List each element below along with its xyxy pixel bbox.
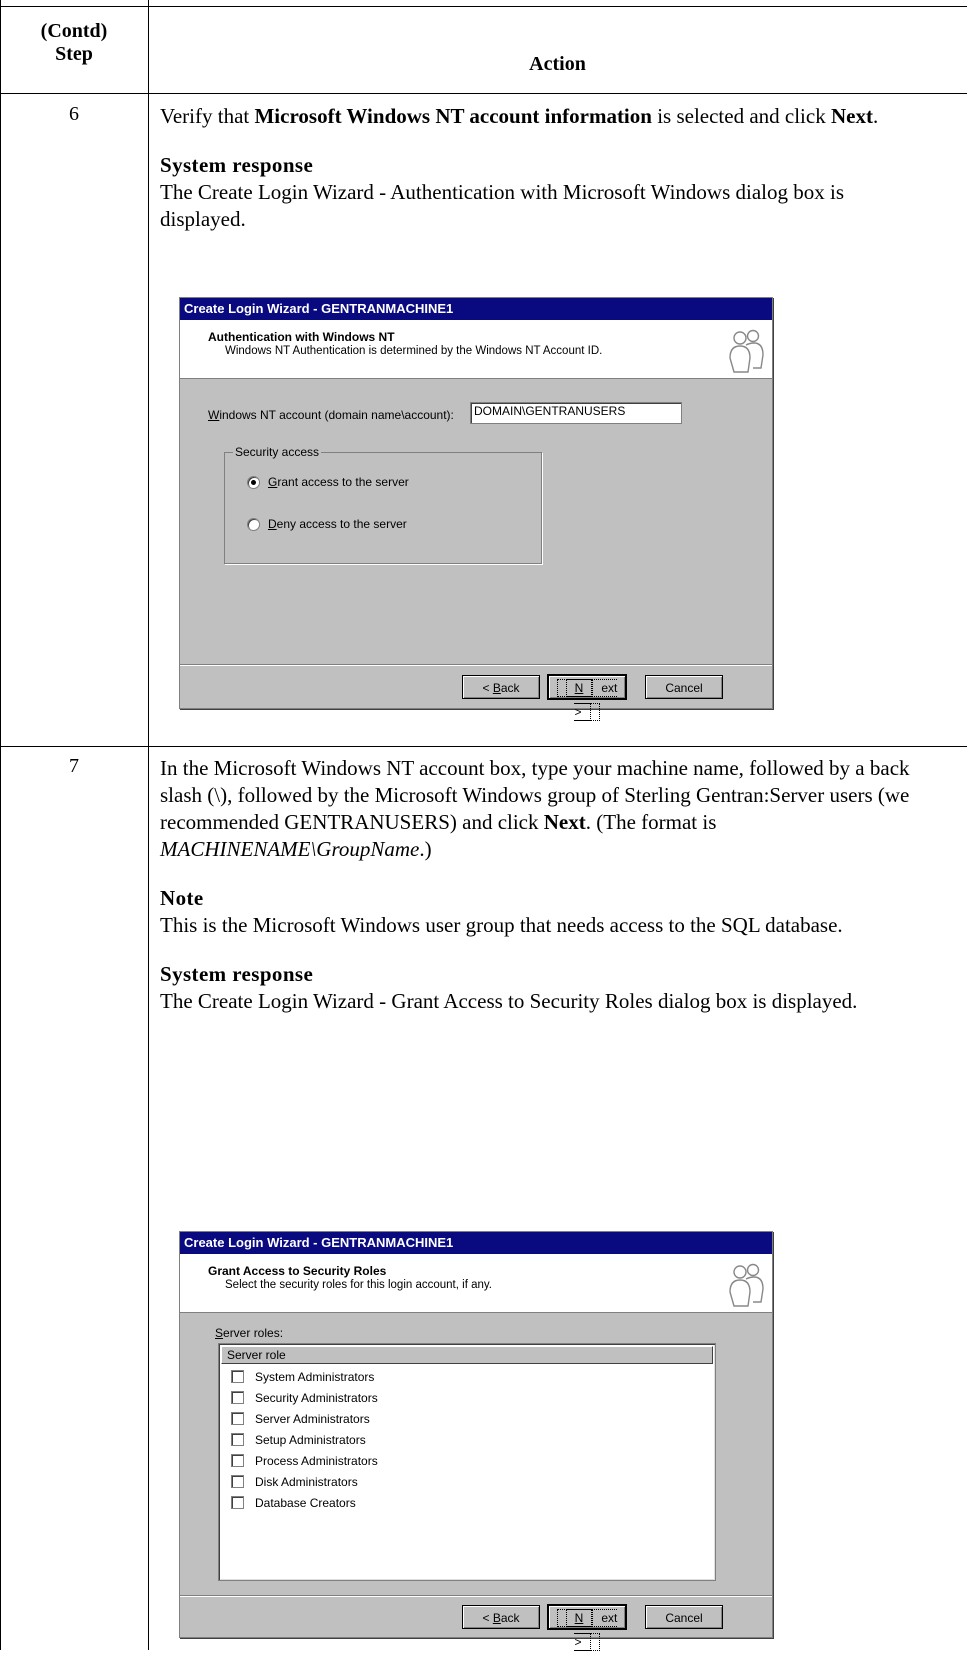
dialog-footer-separator	[180, 664, 772, 666]
list-item[interactable]: Security Administrators	[231, 1387, 378, 1408]
step-number-7: 7	[69, 755, 79, 777]
back-button[interactable]: < Back	[462, 1605, 540, 1629]
role-label: Security Administrators	[255, 1390, 378, 1405]
role-label: Server Administrators	[255, 1411, 370, 1426]
step-6-content: Verify that Microsoft Windows NT account…	[160, 103, 940, 233]
role-label: Setup Administrators	[255, 1432, 366, 1447]
header-step-contd: (Contd)	[40, 20, 108, 42]
server-roles-label: Server roles:	[215, 1326, 284, 1340]
dialog-heading: Grant Access to Security Roles	[208, 1264, 387, 1278]
list-item[interactable]: System Administrators	[231, 1366, 374, 1387]
dialog-subheading: Windows NT Authentication is determined …	[225, 345, 603, 357]
header-step: (Contd) Step	[0, 20, 148, 66]
role-label: System Administrators	[255, 1369, 375, 1384]
header-action: Action	[529, 53, 586, 75]
next-button[interactable]: Next >	[547, 1604, 627, 1651]
step-6-instruction: Verify that Microsoft Windows NT account…	[160, 104, 879, 128]
back-button[interactable]: < Back	[462, 675, 540, 699]
list-item[interactable]: Server Administrators	[231, 1408, 370, 1429]
wizard-people-icon	[729, 1263, 764, 1307]
role-label: Database Creators	[255, 1495, 356, 1510]
checkbox-icon[interactable]	[231, 1370, 244, 1383]
wizard-people-icon	[729, 329, 764, 373]
radio-grant-access[interactable]: Grant access to the server	[247, 475, 409, 489]
checkbox-icon[interactable]	[231, 1454, 244, 1467]
security-access-group: Security access Grant access to the serv…	[224, 445, 542, 564]
step-7-response-text: The Create Login Wizard - Grant Access t…	[160, 989, 858, 1013]
table-left-border	[0, 0, 1, 1650]
list-item[interactable]: Process Administrators	[231, 1450, 378, 1471]
radio-deny-access[interactable]: Deny access to the server	[247, 517, 407, 531]
role-label: Process Administrators	[255, 1453, 378, 1468]
checkbox-icon[interactable]	[231, 1412, 244, 1425]
security-access-legend: Security access	[233, 445, 322, 459]
dialog-heading: Authentication with Windows NT	[208, 330, 395, 344]
header-step-label: Step	[55, 43, 93, 65]
table-top-border	[0, 6, 967, 7]
table-row-divider	[0, 746, 967, 747]
radio-selected-icon	[247, 475, 260, 489]
cancel-button[interactable]: Cancel	[645, 675, 723, 699]
next-button[interactable]: Next >	[547, 674, 627, 721]
checkbox-icon[interactable]	[231, 1433, 244, 1446]
radio-unselected-icon	[247, 517, 260, 531]
checkbox-icon[interactable]	[231, 1391, 244, 1404]
checkbox-icon[interactable]	[231, 1496, 244, 1509]
list-item[interactable]: Disk Administrators	[231, 1471, 358, 1492]
account-label: Windows NT account (domain name\account)…	[208, 408, 454, 422]
step-7-response-heading: System response	[160, 962, 314, 986]
dialog-authentication: Create Login Wizard - GENTRANMACHINE1 Au…	[179, 297, 773, 721]
account-input[interactable]: DOMAIN\GENTRANUSERS	[470, 402, 682, 424]
list-item[interactable]: Database Creators	[231, 1492, 356, 1513]
step-7-note-text: This is the Microsoft Windows user group…	[160, 913, 843, 937]
dialog-header-panel: Authentication with Windows NT Windows N…	[180, 320, 772, 379]
table-col-divider	[148, 0, 149, 1650]
list-item[interactable]: Setup Administrators	[231, 1429, 366, 1450]
table-header-bottom-border	[0, 93, 967, 94]
column-header-server-role[interactable]: Server role	[221, 1346, 713, 1364]
cancel-button[interactable]: Cancel	[645, 1605, 723, 1629]
step-7-instruction: In the Microsoft Windows NT account box,…	[160, 756, 910, 861]
step-7-note-heading: Note	[160, 886, 204, 910]
dialog-header-panel: Grant Access to Security Roles Select th…	[180, 1254, 772, 1313]
step-number-6: 6	[69, 103, 79, 125]
step-6-response-heading: System response	[160, 153, 314, 177]
step-6-response-text: The Create Login Wizard - Authentication…	[160, 180, 844, 231]
role-label: Disk Administrators	[255, 1474, 358, 1489]
dialog-title-bar: Create Login Wizard - GENTRANMACHINE1	[180, 298, 772, 320]
server-roles-list[interactable]: Server role System Administrators Securit…	[218, 1343, 716, 1581]
dialog-grant-roles: Create Login Wizard - GENTRANMACHINE1 Gr…	[179, 1231, 773, 1651]
checkbox-icon[interactable]	[231, 1475, 244, 1488]
dialog-title-bar: Create Login Wizard - GENTRANMACHINE1	[180, 1232, 772, 1254]
step-7-content: In the Microsoft Windows NT account box,…	[160, 755, 940, 1015]
dialog-subheading: Select the security roles for this login…	[225, 1279, 492, 1291]
dialog-footer-separator	[180, 1595, 772, 1597]
